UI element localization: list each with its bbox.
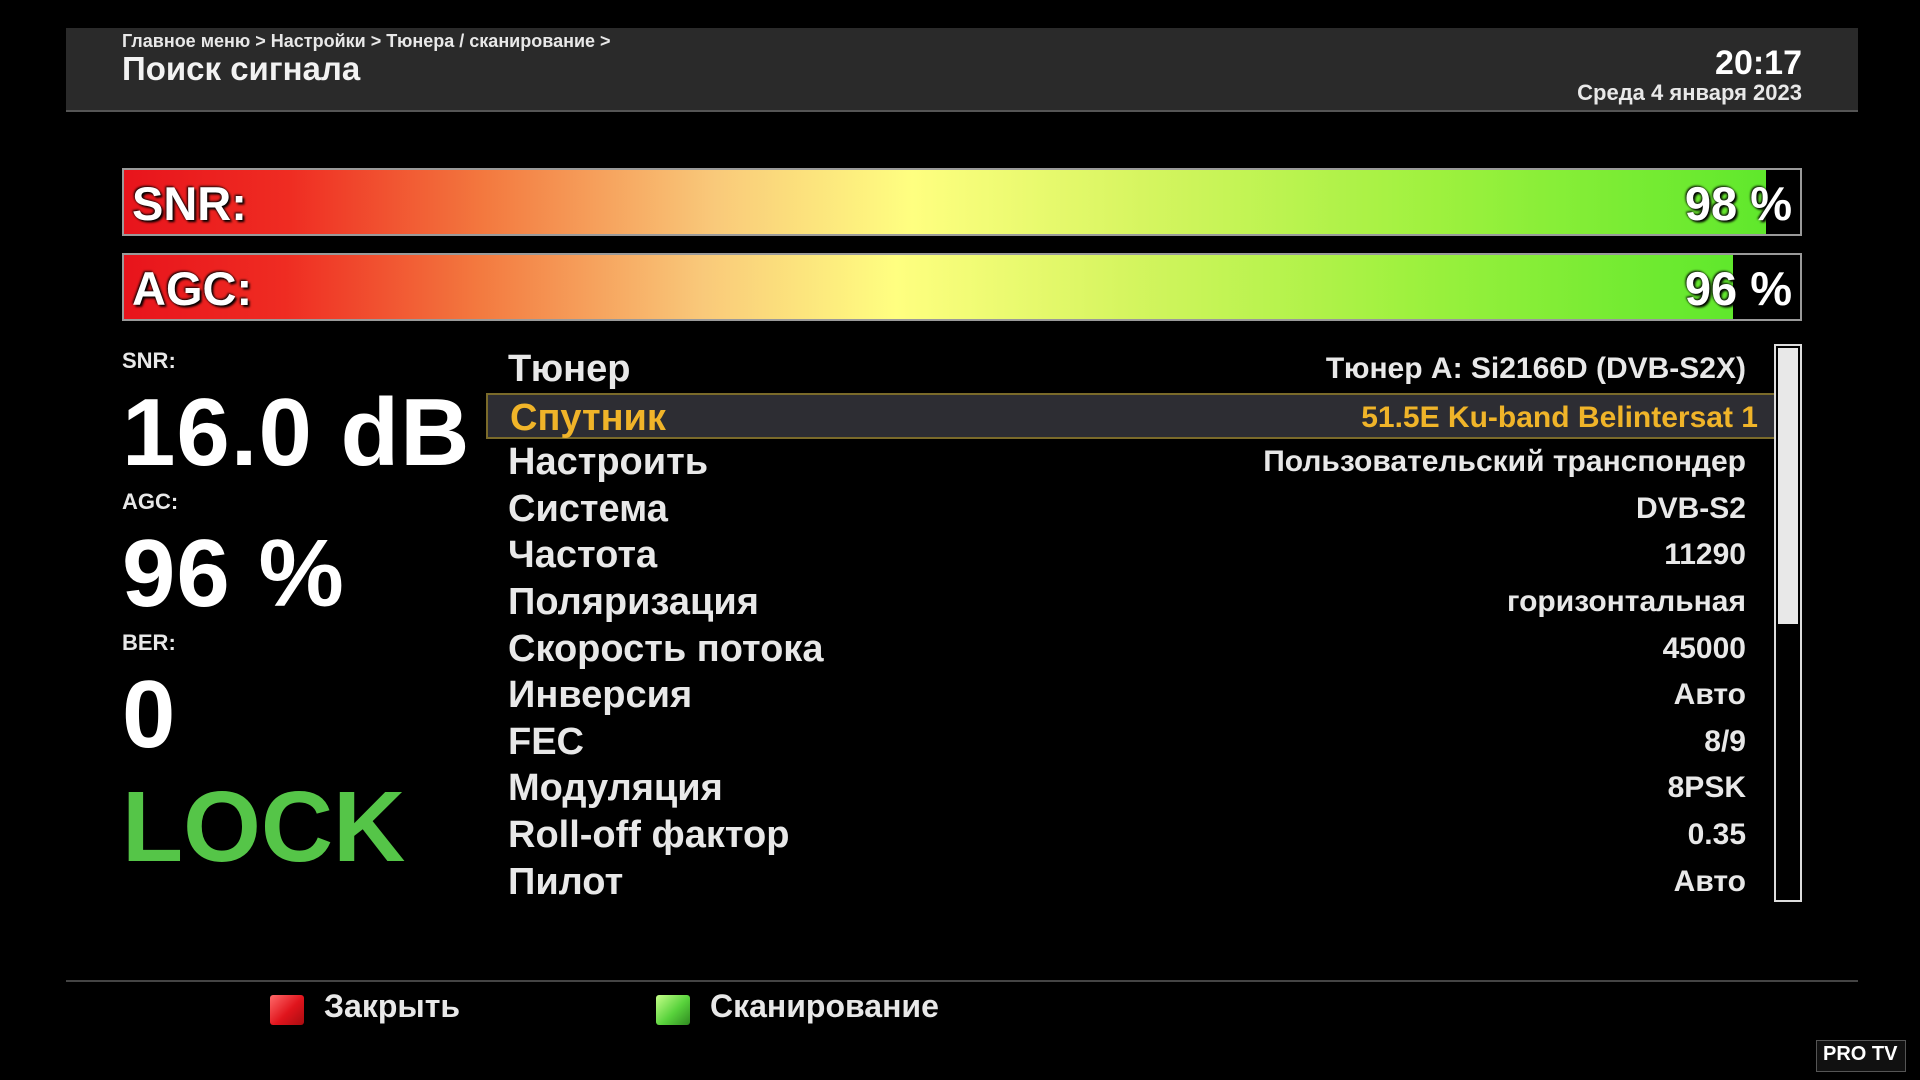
- setting-row-inversion[interactable]: Инверсия Авто: [486, 672, 1766, 719]
- setting-label: Настроить: [508, 441, 709, 484]
- setting-label: FEC: [508, 720, 584, 763]
- setting-value: Пользовательский транспондер: [1263, 445, 1746, 479]
- setting-label: Скорость потока: [508, 627, 824, 670]
- clock: 20:17: [1715, 44, 1802, 82]
- close-button-label[interactable]: Закрыть: [324, 988, 460, 1025]
- setting-value: 11290: [1664, 538, 1746, 572]
- snr-meter-label: SNR:: [132, 177, 247, 230]
- snr-stat-value: 16.0 dB: [122, 379, 471, 486]
- agc-stat-value: 96 %: [122, 520, 345, 627]
- setting-row-configure[interactable]: Настроить Пользовательский транспондер: [486, 439, 1766, 486]
- setting-value: горизонтальная: [1507, 584, 1746, 618]
- setting-row-fec[interactable]: FEC 8/9: [486, 719, 1766, 766]
- agc-meter-value: 96 %: [1684, 262, 1792, 315]
- header-bar: Главное меню > Настройки > Тюнера / скан…: [66, 28, 1858, 112]
- scrollbar-thumb[interactable]: [1778, 348, 1798, 624]
- setting-label: Поляризация: [508, 580, 759, 623]
- setting-value: Авто: [1673, 864, 1746, 898]
- breadcrumb: Главное меню > Настройки > Тюнера / скан…: [122, 31, 611, 51]
- agc-meter-fill: [124, 255, 1733, 319]
- setting-value: Тюнер A: Si2166D (DVB-S2X): [1325, 352, 1746, 385]
- lock-status: LOCK: [122, 771, 406, 883]
- agc-meter: AGC: 96 %: [122, 253, 1802, 321]
- snr-meter-fill: [124, 170, 1767, 234]
- setting-label: Инверсия: [508, 674, 693, 717]
- settings-list: Тюнер Тюнер A: Si2166D (DVB-S2X) Спутник…: [486, 346, 1780, 906]
- setting-value: Авто: [1673, 678, 1746, 712]
- red-key-icon[interactable]: [270, 995, 304, 1025]
- scan-button-label[interactable]: Сканирование: [710, 988, 939, 1025]
- setting-row-polarization[interactable]: Поляризация горизонтальная: [486, 579, 1766, 626]
- setting-value: 8PSK: [1667, 771, 1746, 805]
- snr-meter-value: 98 %: [1684, 177, 1792, 230]
- setting-row-satellite[interactable]: Спутник 51.5E Ku-band Belintersat 1: [486, 392, 1780, 440]
- setting-label: Пилот: [508, 860, 624, 903]
- setting-label: Частота: [508, 534, 658, 577]
- setting-label: Roll-off фактор: [508, 813, 790, 856]
- settings-scrollbar[interactable]: [1774, 344, 1802, 902]
- setting-row-symbol-rate[interactable]: Скорость потока 45000: [486, 626, 1766, 673]
- setting-value: DVB-S2: [1635, 491, 1746, 525]
- setting-row-tuner[interactable]: Тюнер Тюнер A: Si2166D (DVB-S2X): [486, 346, 1766, 393]
- snr-meter: SNR: 98 %: [122, 168, 1802, 236]
- setting-row-frequency[interactable]: Частота 11290: [486, 532, 1766, 579]
- agc-meter-label: AGC:: [132, 262, 253, 315]
- ber-stat-label: BER:: [122, 630, 176, 655]
- setting-label: Модуляция: [508, 767, 723, 810]
- footer-divider: [66, 980, 1858, 982]
- setting-row-modulation[interactable]: Модуляция 8PSK: [486, 765, 1766, 812]
- date: Среда 4 января 2023: [1577, 80, 1802, 105]
- setting-label: Спутник: [510, 396, 666, 439]
- setting-row-pilot[interactable]: Пилот Авто: [486, 859, 1766, 906]
- setting-label: Тюнер: [508, 348, 631, 390]
- setting-row-system[interactable]: Система DVB-S2: [486, 486, 1766, 533]
- page-title: Поиск сигнала: [122, 50, 361, 87]
- green-key-icon[interactable]: [656, 995, 690, 1025]
- setting-row-rolloff[interactable]: Roll-off фактор 0.35: [486, 812, 1766, 859]
- setting-value: 45000: [1662, 631, 1746, 665]
- setting-label: Система: [508, 487, 668, 530]
- agc-stat-label: AGC:: [122, 489, 179, 514]
- snr-stat-label: SNR:: [122, 348, 176, 373]
- setting-value: 51.5E Ku-band Belintersat 1: [1361, 400, 1758, 434]
- protv-logo-text: PRO TV: [1823, 1043, 1898, 1065]
- protv-logo: PRO TV: [1816, 1040, 1906, 1072]
- setting-value: 0.35: [1687, 817, 1746, 851]
- ber-stat-value: 0: [122, 661, 177, 768]
- setting-value: 8/9: [1704, 724, 1746, 758]
